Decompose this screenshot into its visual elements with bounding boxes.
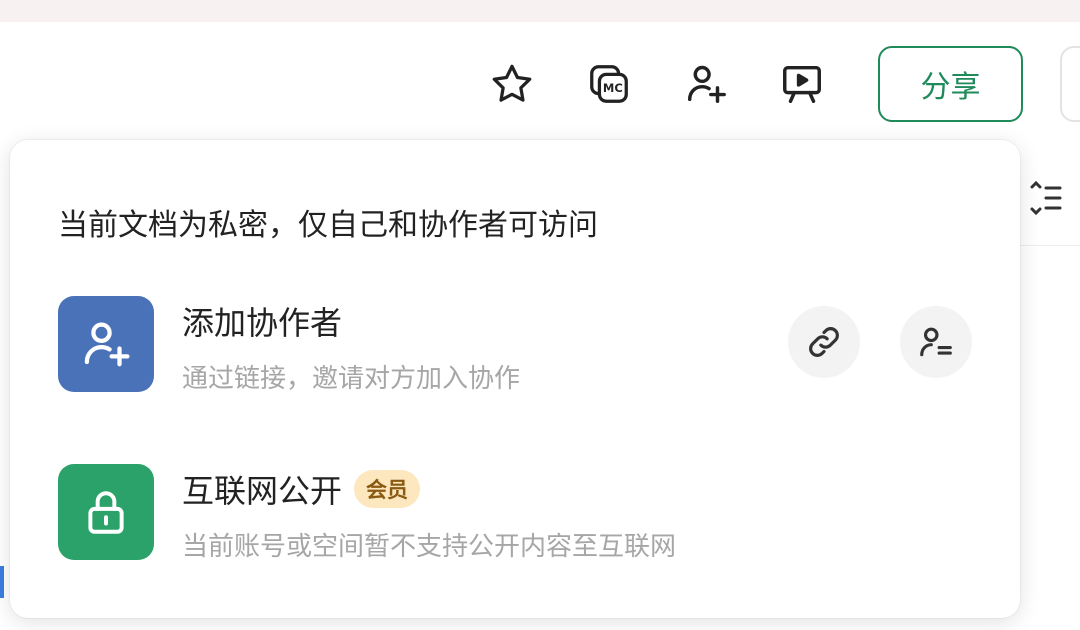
public-web-title[interactable]: 互联网公开 会员 [182,466,421,512]
star-icon[interactable] [488,60,536,108]
add-user-icon[interactable] [682,60,730,108]
mc-copy-icon[interactable]: MC [585,60,633,108]
svg-text:MC: MC [603,81,623,95]
privacy-status-text: 当前文档为私密，仅自己和协作者可访问 [58,208,598,243]
outline-list-icon[interactable] [1028,178,1064,218]
public-web-tile[interactable] [58,464,154,560]
share-popover: 当前文档为私密，仅自己和协作者可访问 添加协作者 通过链接，邀请对方加入协作 互… [10,140,1020,618]
add-collaborator-title[interactable]: 添加协作者 [182,298,342,344]
public-web-description: 当前账号或空间暂不支持公开内容至互联网 [182,532,677,562]
background-divider [1020,245,1080,246]
collaborator-list-button[interactable] [900,306,972,378]
background-indicator [0,566,4,598]
public-web-title-text: 互联网公开 [182,472,343,510]
copy-link-button[interactable] [788,306,860,378]
more-button[interactable] [1060,46,1080,122]
add-collaborator-tile[interactable] [58,296,154,392]
link-icon [809,327,839,357]
member-badge: 会员 [354,470,421,508]
lock-icon [88,491,124,534]
add-collaborator-description: 通过链接，邀请对方加入协作 [182,364,521,394]
presentation-icon[interactable] [778,60,826,108]
top-strip [0,0,1080,22]
user-list-icon [920,327,952,357]
share-button[interactable]: 分享 [878,46,1023,122]
